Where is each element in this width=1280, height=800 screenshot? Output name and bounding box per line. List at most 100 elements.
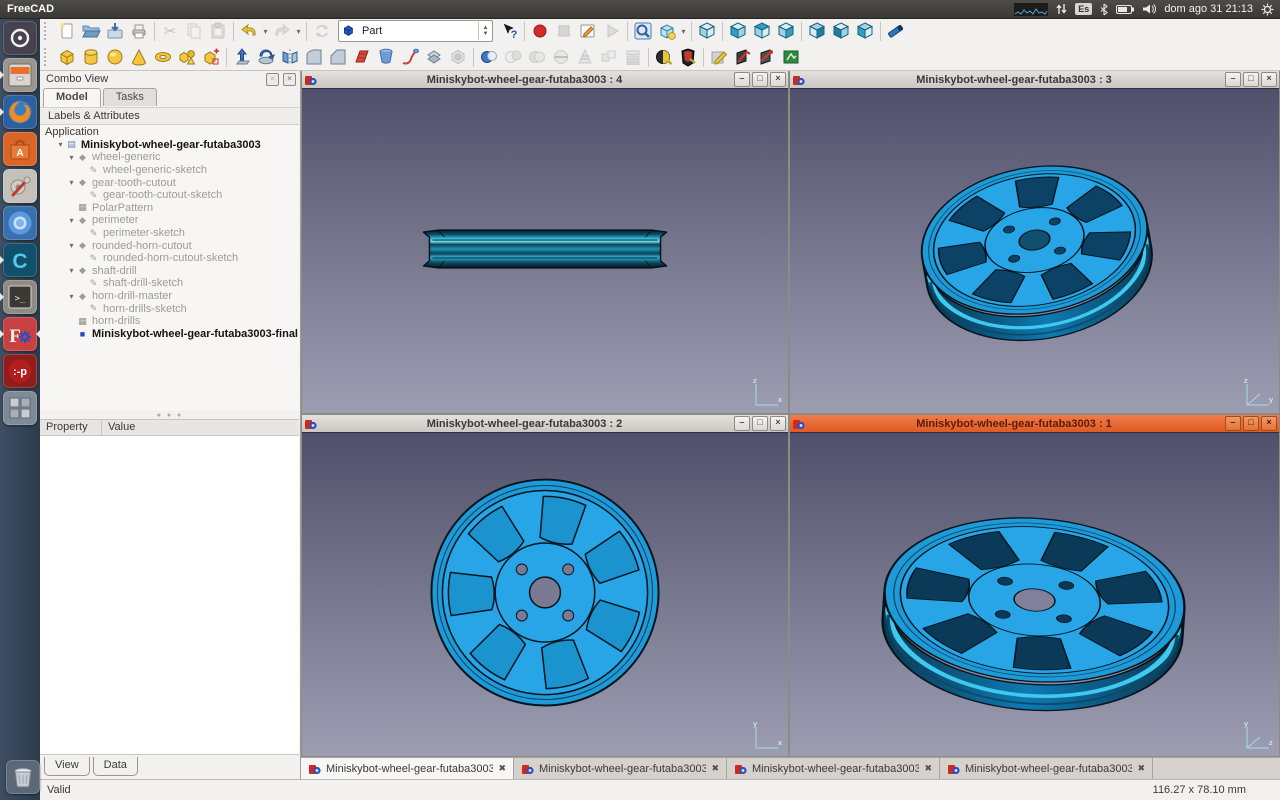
tab-data[interactable]: Data [93, 757, 138, 776]
undo-button[interactable] [237, 19, 261, 43]
tree-item-horn-drills-sketch[interactable]: ✎horn-drills-sketch [40, 302, 299, 315]
revolve-button[interactable] [254, 45, 278, 69]
property-column-header[interactable]: Property [40, 420, 102, 435]
mdi-tab-2[interactable]: Miniskybot-wheel-gear-futaba3003 : 2✖ [514, 758, 727, 779]
tree-item-horn-drills[interactable]: ▦horn-drills [40, 315, 299, 328]
primitive-sphere-button[interactable] [103, 45, 127, 69]
expand-arrow-icon[interactable]: ▾ [67, 241, 76, 250]
loft-button[interactable] [374, 45, 398, 69]
maximize-button[interactable]: □ [752, 416, 768, 431]
property-table-body[interactable] [40, 436, 299, 755]
tree-item-wheel-generic-sketch[interactable]: ✎wheel-generic-sketch [40, 164, 299, 177]
launcher-item-openscad[interactable]: :-p [3, 354, 37, 388]
ruled-surface-button[interactable] [350, 45, 374, 69]
close-button[interactable]: × [770, 416, 786, 431]
extrude-button[interactable] [230, 45, 254, 69]
mdi-tab-1[interactable]: Miniskybot-wheel-gear-futaba3003 : 1✖ [301, 758, 514, 779]
tree-item-gear-tooth-cutout[interactable]: ▾◆gear-tooth-cutout [40, 176, 299, 189]
launcher-item-trash[interactable] [6, 760, 40, 794]
expand-arrow-icon[interactable]: ▾ [67, 153, 76, 162]
measure-linear-button[interactable] [884, 19, 908, 43]
boolean-union-button[interactable] [477, 45, 501, 69]
minimize-button[interactable]: – [734, 416, 750, 431]
network-arrows-icon[interactable] [1056, 3, 1067, 15]
volume-icon[interactable] [1142, 3, 1156, 15]
viewport-3d-isometric-view[interactable]: zy [790, 88, 1279, 413]
view-front-button[interactable] [726, 19, 750, 43]
window-titlebar[interactable]: Miniskybot-wheel-gear-futaba3003 : 2 – □… [302, 415, 788, 432]
launcher-item-workspace-switcher[interactable] [3, 391, 37, 425]
panel-close-icon[interactable]: × [283, 73, 296, 86]
session-menu-icon[interactable] [1261, 3, 1274, 16]
view-bottom-button[interactable] [829, 19, 853, 43]
toolbar-handle[interactable] [44, 48, 52, 66]
tab-close-icon[interactable]: ✖ [1137, 763, 1145, 774]
defeaturing-button[interactable] [755, 45, 779, 69]
view-rear-button[interactable] [805, 19, 829, 43]
workbench-selector[interactable]: Part▲▼ [338, 20, 493, 42]
maximize-button[interactable]: □ [1243, 416, 1259, 431]
tree-item-perimeter[interactable]: ▾◆perimeter [40, 214, 299, 227]
tree-item-gear-tooth-cutout-sketch[interactable]: ✎gear-tooth-cutout-sketch [40, 189, 299, 202]
mdi-tab-3[interactable]: Miniskybot-wheel-gear-futaba3003 : 3✖ [727, 758, 940, 779]
primitive-torus-button[interactable] [151, 45, 175, 69]
offset-button[interactable] [422, 45, 446, 69]
tree-item-rounded-horn-cutout[interactable]: ▾◆rounded-horn-cutout [40, 239, 299, 252]
view-top-button[interactable] [750, 19, 774, 43]
expand-arrow-icon[interactable]: ▾ [67, 216, 76, 225]
maximize-button[interactable]: □ [1243, 72, 1259, 87]
shape-builder-button[interactable] [199, 45, 223, 69]
viewport-3d-isometric-view[interactable]: yz [790, 432, 1279, 756]
launcher-item-software-center[interactable]: A [3, 132, 37, 166]
primitive-cone-button[interactable] [127, 45, 151, 69]
tab-close-icon[interactable]: ✖ [711, 763, 719, 774]
save-file-button[interactable] [103, 19, 127, 43]
panel-splitter[interactable]: ● ● ● [40, 411, 300, 419]
close-button[interactable]: × [1261, 416, 1277, 431]
launcher-item-firefox[interactable] [3, 95, 37, 129]
expand-arrow-icon[interactable]: ▾ [67, 266, 76, 275]
primitive-cylinder-button[interactable] [79, 45, 103, 69]
window-titlebar[interactable]: Miniskybot-wheel-gear-futaba3003 : 3 – □… [790, 71, 1279, 88]
tab-view[interactable]: View [44, 757, 90, 776]
tab-close-icon[interactable]: ✖ [924, 763, 932, 774]
launcher-item-dash-home[interactable] [3, 21, 37, 55]
tab-tasks[interactable]: Tasks [103, 88, 157, 106]
viewport-3d-side-view[interactable]: zx [302, 88, 788, 413]
tree-item-rounded-horn-cutout-sketch[interactable]: ✎rounded-horn-cutout-sketch [40, 252, 299, 265]
macro-edit-button[interactable] [576, 19, 600, 43]
maximize-button[interactable]: □ [752, 72, 768, 87]
launcher-item-freecad[interactable]: F [3, 317, 37, 351]
window-titlebar[interactable]: Miniskybot-wheel-gear-futaba3003 : 1 – □… [790, 415, 1279, 432]
draw-style-button[interactable] [655, 19, 679, 43]
dropdown-arrow-icon[interactable]: ▾ [261, 27, 270, 36]
tree-item-shaft-drill-sketch[interactable]: ✎shaft-drill-sketch [40, 277, 299, 290]
launcher-item-files[interactable] [3, 58, 37, 92]
battery-icon[interactable] [1116, 4, 1134, 15]
fillet-button[interactable] [302, 45, 326, 69]
shape-from-mesh-button[interactable] [652, 45, 676, 69]
dropdown-arrow-icon[interactable]: ▾ [294, 27, 303, 36]
minimize-button[interactable]: – [1225, 72, 1241, 87]
whats-this-button[interactable]: ? [497, 19, 521, 43]
print-button[interactable] [127, 19, 151, 43]
clock[interactable]: dom ago 31 21:13 [1164, 3, 1253, 15]
minimize-button[interactable]: – [1225, 416, 1241, 431]
sweep-button[interactable] [398, 45, 422, 69]
tab-close-icon[interactable]: ✖ [498, 763, 506, 774]
chamfer-button[interactable] [326, 45, 350, 69]
expand-arrow-icon[interactable]: ▾ [56, 140, 65, 149]
minimize-button[interactable]: – [734, 72, 750, 87]
check-geometry-button[interactable] [731, 45, 755, 69]
launcher-item-chromium[interactable] [3, 206, 37, 240]
tab-model[interactable]: Model [43, 88, 101, 107]
fit-all-button[interactable] [631, 19, 655, 43]
tree-item-polarpattern[interactable]: ▦PolarPattern [40, 202, 299, 215]
tree-item-perimeter-sketch[interactable]: ✎perimeter-sketch [40, 227, 299, 240]
panel-float-icon[interactable]: ▫ [266, 73, 279, 86]
view-left-button[interactable] [853, 19, 877, 43]
box-selection-button[interactable] [779, 45, 803, 69]
tree-item-horn-drill-master[interactable]: ▾◆horn-drill-master [40, 290, 299, 303]
refine-shape-button[interactable] [707, 45, 731, 69]
tree-item-miniskybot-wheel-gear-futaba3003[interactable]: ▾▤Miniskybot-wheel-gear-futaba3003 [40, 139, 299, 152]
